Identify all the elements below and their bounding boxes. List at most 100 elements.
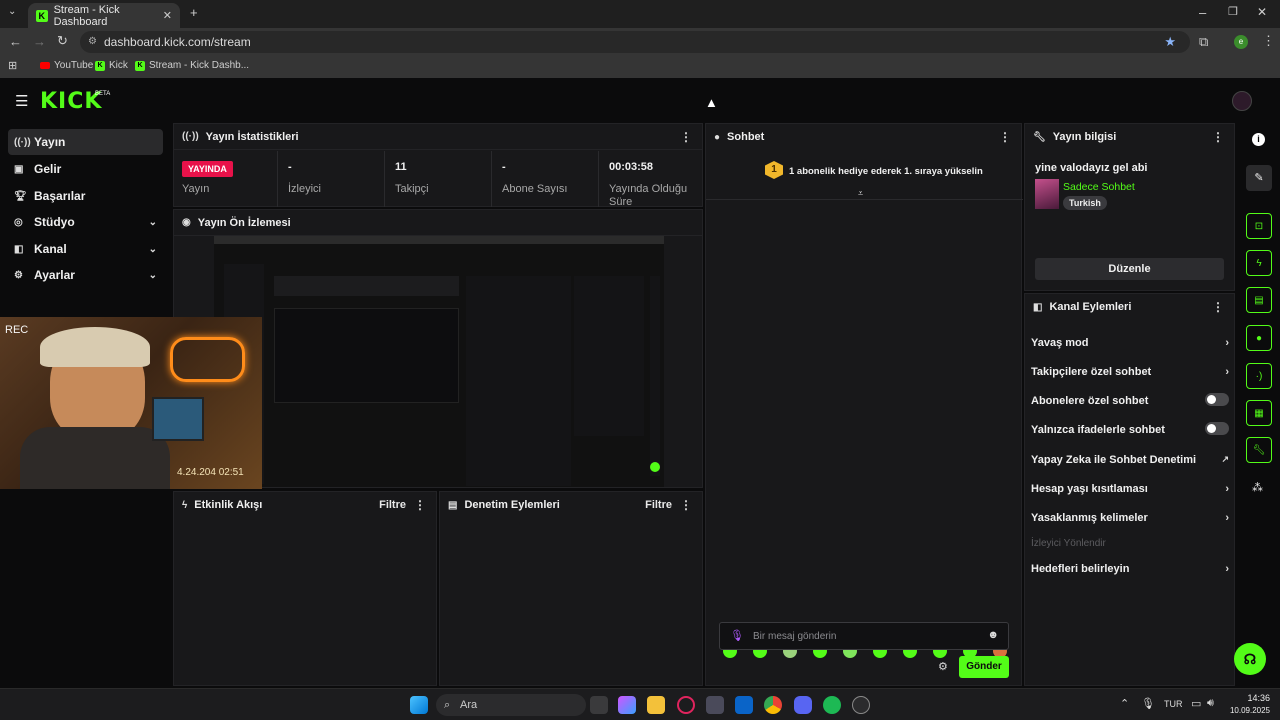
reload-icon[interactable]: ↻	[57, 33, 68, 49]
clock-date[interactable]: 10.09.2025	[1224, 706, 1270, 715]
action-set-goals[interactable]: Hedefleri belirleyin ›	[1031, 563, 1229, 575]
wrench-icon[interactable]: 🔧︎	[1246, 437, 1272, 463]
hamburger-menu-icon[interactable]: ☰	[15, 92, 28, 110]
edit-pencil-icon[interactable]: ✎	[1246, 165, 1272, 191]
site-info-icon[interactable]: ⚙	[88, 31, 97, 53]
expand-icon[interactable]: ⩡	[858, 188, 863, 199]
kebab-menu-icon[interactable]: ⋮	[414, 498, 426, 512]
broadcast-icon[interactable]: ·)	[1246, 363, 1272, 389]
share-nodes-icon[interactable]: ⁂	[1252, 481, 1263, 494]
close-tab-icon[interactable]: ✕	[163, 9, 172, 22]
action-raid: İzleyici Yönlendir	[1031, 538, 1106, 549]
action-banned-words[interactable]: Yasaklanmış kelimeler ›	[1031, 512, 1229, 524]
outlook-icon[interactable]	[735, 696, 753, 714]
action-followers-only[interactable]: Takipçilere özel sohbet ›	[1031, 366, 1229, 378]
kebab-menu-icon[interactable]: ⋮	[1212, 300, 1224, 314]
emotes-only-toggle[interactable]	[1205, 422, 1229, 435]
browser-menu-icon[interactable]: ⋮	[1262, 33, 1275, 49]
sidebar-item-gelir[interactable]: ▣ Gelir	[8, 156, 163, 182]
task-view-icon[interactable]	[590, 696, 608, 714]
chevron-right-icon: ›	[1225, 483, 1229, 495]
lightning-icon[interactable]: ϟ	[1246, 250, 1272, 276]
copilot-icon[interactable]	[618, 696, 636, 714]
kick-icon: K	[135, 60, 145, 71]
taskbar-search[interactable]: ⌕ Ara	[436, 694, 586, 716]
kebab-menu-icon[interactable]: ⋮	[999, 130, 1011, 144]
bookmark-kick[interactable]: K Kick	[95, 60, 128, 71]
kebab-menu-icon[interactable]: ⋮	[1212, 130, 1224, 144]
url-text: dashboard.kick.com/stream	[104, 35, 251, 49]
spotify-icon[interactable]	[823, 696, 841, 714]
info-icon[interactable]: i	[1252, 133, 1265, 146]
language-indicator[interactable]: TUR	[1164, 699, 1183, 709]
network-icon[interactable]: ▭	[1191, 697, 1201, 710]
sidebar-item-kanal[interactable]: ◧ Kanal ⌄	[8, 236, 163, 262]
chat-settings-icon[interactable]: ⚙	[938, 660, 948, 673]
user-avatar[interactable]	[1232, 91, 1252, 111]
action-account-age[interactable]: Hesap yaşı kısıtlaması ›	[1031, 483, 1229, 495]
send-button[interactable]: Gönder	[959, 656, 1009, 678]
stat-uptime: 00:03:58 Yayında Olduğu Süre	[609, 161, 688, 208]
stream-info-panel: 🔧︎ Yayın bilgisi ⋮ yine valodayız gel ab…	[1024, 123, 1235, 291]
profile-avatar[interactable]: e	[1234, 35, 1248, 49]
kick-icon: K	[95, 60, 105, 71]
chat-bubble-icon[interactable]: ●	[1246, 325, 1272, 351]
new-tab-icon[interactable]: +	[190, 5, 198, 20]
broadcast-icon: ((·))	[182, 131, 199, 142]
action-slow-mode[interactable]: Yavaş mod ›	[1031, 337, 1229, 349]
close-window-icon[interactable]: ✕	[1257, 5, 1267, 19]
lightning-icon: ϟ	[182, 499, 188, 511]
back-icon[interactable]: ←	[9, 34, 22, 49]
sidebar-item-basarilar[interactable]: 🏆︎ Başarılar	[8, 183, 163, 209]
subscribers-only-toggle[interactable]	[1205, 393, 1229, 406]
chrome-icon[interactable]	[764, 696, 782, 714]
action-ai-moderation[interactable]: Yapay Zeka ile Sohbet Denetimi ↗	[1031, 454, 1229, 466]
sidebar-item-yayin[interactable]: ((·)) Yayın	[8, 129, 163, 155]
filter-button[interactable]: Filtre	[379, 499, 406, 511]
opera-icon[interactable]	[677, 696, 695, 714]
bookmark-stream[interactable]: K Stream - Kick Dashb...	[135, 60, 249, 71]
microphone-icon[interactable]: 🎙︎	[730, 629, 744, 642]
preview-video[interactable]	[214, 236, 664, 487]
stream-title: yine valodayız gel abi	[1035, 162, 1148, 174]
category-link[interactable]: Sadece Sohbet	[1063, 181, 1135, 193]
filter-button[interactable]: Filtre	[645, 499, 672, 511]
maximize-icon[interactable]: ❐	[1228, 5, 1238, 18]
chevron-right-icon: ›	[1225, 337, 1229, 349]
bookmark-star-icon[interactable]: ★	[1164, 31, 1176, 53]
chat-promo[interactable]: 1 1 abonelik hediye ederek 1. sıraya yük…	[706, 152, 1023, 200]
file-explorer-icon[interactable]	[647, 696, 665, 714]
moderation-panel: ▤ Denetim Eylemleri Filtre ⋮	[439, 491, 703, 686]
microphone-tray-icon[interactable]: 🎙︎	[1141, 697, 1155, 710]
store-icon[interactable]	[706, 696, 724, 714]
browser-tab[interactable]: K Stream - Kick Dashboard ✕	[28, 3, 180, 28]
sidebar-item-studyo[interactable]: ◎ Stüdyo ⌄	[8, 209, 163, 235]
windows-start-icon[interactable]	[410, 696, 428, 714]
sidebar-item-ayarlar[interactable]: ⚙ Ayarlar ⌄	[8, 262, 163, 288]
forward-icon[interactable]: →	[33, 34, 46, 49]
chevron-right-icon: ›	[1225, 512, 1229, 524]
url-field[interactable]: ⚙ dashboard.kick.com/stream ★	[80, 31, 1190, 53]
kebab-menu-icon[interactable]: ⋮	[680, 130, 692, 144]
discord-icon[interactable]	[794, 696, 812, 714]
volume-icon[interactable]: 🔊︎	[1207, 697, 1214, 710]
document-icon[interactable]: ▤	[1246, 287, 1272, 313]
edit-stream-button[interactable]: Düzenle	[1035, 258, 1224, 280]
help-headset-icon[interactable]: ☊	[1234, 643, 1266, 675]
kebab-menu-icon[interactable]: ⋮	[680, 498, 692, 512]
tray-overflow-icon[interactable]: ⌃	[1120, 697, 1129, 710]
obs-icon[interactable]	[852, 696, 870, 714]
emoji-icon[interactable]: ☻	[987, 629, 999, 641]
apps-grid-icon[interactable]: ⊞	[8, 59, 17, 72]
minimize-icon[interactable]: –	[1199, 5, 1206, 20]
address-bar-row: ← → ↻ ⚙ dashboard.kick.com/stream ★ ⧉ e …	[0, 28, 1280, 56]
bookmark-youtube[interactable]: YouTube	[40, 60, 93, 71]
tab-list-icon[interactable]: ⌄	[8, 6, 16, 17]
scan-icon[interactable]: ⊡	[1246, 213, 1272, 239]
clock-time[interactable]: 14:36	[1236, 693, 1270, 703]
chevron-down-icon: ⌄	[148, 243, 157, 255]
chat-input[interactable]: 🎙︎ Bir mesaj gönderin ☻	[719, 622, 1009, 650]
extensions-icon[interactable]: ⧉	[1199, 34, 1208, 50]
kick-logo[interactable]: KICK	[40, 89, 102, 114]
layout-icon[interactable]: ▦	[1246, 400, 1272, 426]
